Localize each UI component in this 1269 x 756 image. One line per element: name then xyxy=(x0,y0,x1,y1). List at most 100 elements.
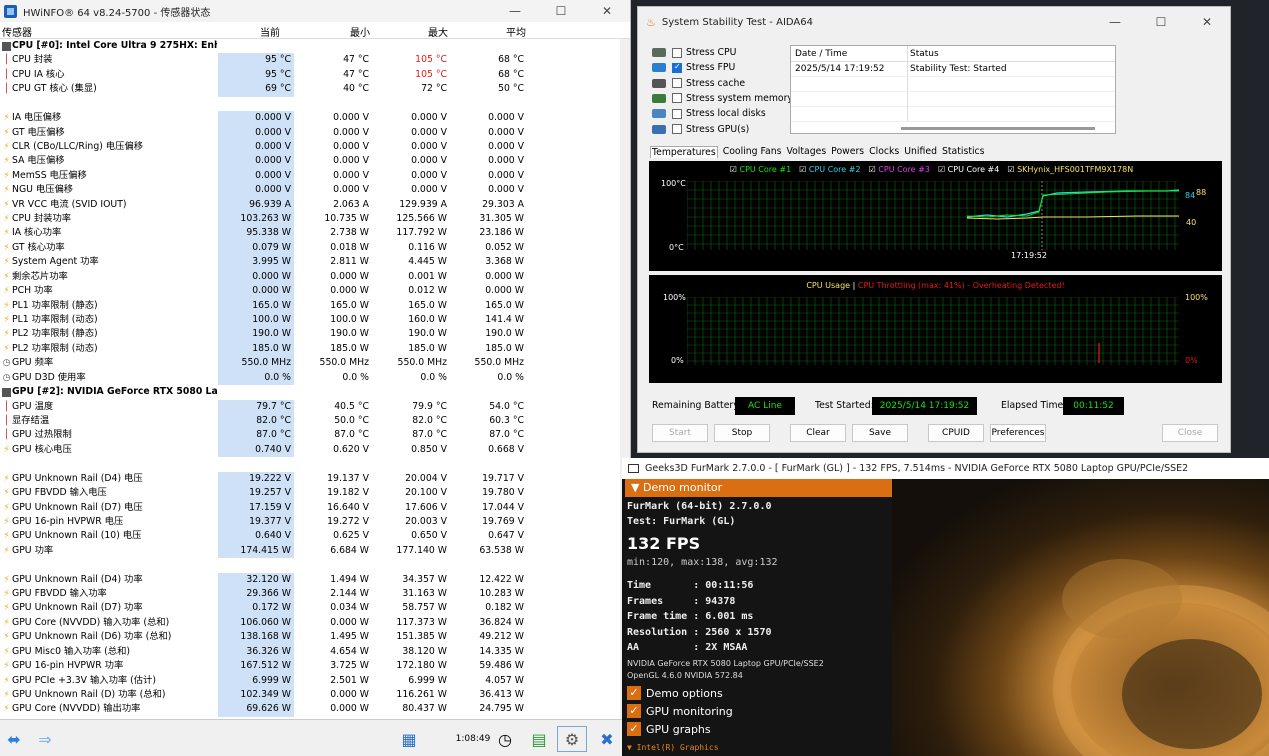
tab-statistics[interactable]: Statistics xyxy=(942,146,985,158)
table-hscrollbar[interactable] xyxy=(901,127,1095,130)
sensor-row[interactable]: ⚡ GPU Core (NVVDD) 输出功率 69.626 W 0.000 W 80.… xyxy=(0,702,620,717)
aida-close-icon[interactable]: ✕ xyxy=(1184,15,1230,29)
sensor-row[interactable]: ⚡ GPU Unknown Rail (D4) 电压 19.222 V 19.137 … xyxy=(0,471,620,487)
tab-unified[interactable]: Unified xyxy=(904,146,937,158)
sensor-row[interactable]: ⚡ PL1 功率限制 (动态) 100.0 W 100.0 W 160.0 W 141.4… xyxy=(0,313,620,328)
sensor-row[interactable]: │ GPU 温度 79.7 °C 40.5 °C 79.9 °C 54.0 °C xyxy=(0,399,620,414)
checkbox[interactable] xyxy=(672,108,682,119)
network-icon[interactable]: ▦ xyxy=(395,726,423,752)
legend-item[interactable]: ☑ CPU Core #3 xyxy=(869,165,930,174)
col-current[interactable]: 当前 xyxy=(260,24,280,39)
sensor-group-row[interactable]: GPU [#2]: NVIDIA GeForce RTX 5080 Laptop xyxy=(0,385,620,399)
sensor-row[interactable]: ⚡ PL2 功率限制 (静态) 190.0 W 190.0 W 190.0 W 190.0… xyxy=(0,327,620,342)
checkbox[interactable] xyxy=(672,47,682,58)
checkbox[interactable] xyxy=(672,62,682,73)
legend-checkbox[interactable]: ☑ xyxy=(730,165,740,174)
tab-clocks[interactable]: Clocks xyxy=(869,146,899,158)
legend-checkbox[interactable]: ☑ xyxy=(869,165,879,174)
checkbox[interactable] xyxy=(672,93,682,104)
checkbox[interactable] xyxy=(672,78,682,89)
legend-checkbox[interactable]: ☑ xyxy=(799,165,809,174)
sensor-row[interactable]: ⚡ GPU PCIe +3.3V 输入功率 (估计) 6.999 W 2.501 W 6… xyxy=(0,673,620,688)
intel-graphics-section[interactable]: ▼ Intel(R) Graphics xyxy=(627,743,719,752)
sensor-row[interactable]: ⚡ GPU Unknown Rail (D7) 功率 0.172 W 0.034 W 5… xyxy=(0,601,620,616)
stress-option-6[interactable]: Stress GPU(s) xyxy=(652,124,749,135)
legend-checkbox[interactable]: ☑ xyxy=(938,165,948,174)
checkbox[interactable] xyxy=(672,124,682,134)
aida-minimize-icon[interactable]: — xyxy=(1092,15,1138,29)
gpu-monitoring-checkbox[interactable]: ✓ GPU monitoring xyxy=(627,704,733,718)
col-sensor[interactable]: 传感器 xyxy=(2,24,32,39)
preferences-button[interactable]: Preferences xyxy=(990,424,1046,442)
sensor-row[interactable]: ⚡ SA 电压偏移 0.000 V 0.000 V 0.000 V 0.000 V xyxy=(0,154,620,169)
sensor-row[interactable]: ⚡ VR VCC 电流 (SVID IOUT) 96.939 A 2.063 A 129… xyxy=(0,197,620,213)
close-x-icon[interactable]: ✖ xyxy=(594,726,620,752)
sensor-row[interactable]: ⚡ PCH 功率 0.000 W 0.000 W 0.012 W 0.000 W xyxy=(0,284,620,299)
sensor-row[interactable]: ⚡ CPU 封装功率 103.263 W 10.735 W 125.566 W 31.30… xyxy=(0,212,620,227)
legend-item[interactable]: ☑ CPU Core #2 xyxy=(799,165,860,174)
sensor-row[interactable]: ⚡ GPU 16-pin HVPWR 功率 167.512 W 3.725 W 172.… xyxy=(0,659,620,674)
sensor-table-header[interactable]: 传感器 当前 最小 最大 平均 xyxy=(0,22,630,39)
arrows-left-right-icon[interactable]: ⬌ xyxy=(2,726,26,752)
sensor-row[interactable]: ⚡ IA 核心功率 95.338 W 2.738 W 117.792 W 23.186 W xyxy=(0,226,620,241)
arrows-collapse-icon[interactable]: ⇒ xyxy=(32,726,58,752)
close-icon[interactable]: ✕ xyxy=(584,4,630,18)
sensor-row[interactable]: ⚡ GPU Misc0 输入功率 (总和) 36.326 W 4.654 W 38.12… xyxy=(0,644,620,660)
sensor-row[interactable]: ⚡ GPU Unknown Rail (D4) 功率 32.120 W 1.494 W… xyxy=(0,572,620,588)
start-button[interactable]: Start xyxy=(652,424,708,442)
sensor-row[interactable]: ⚡ 剩余芯片功率 0.000 W 0.000 W 0.001 W 0.000 W xyxy=(0,269,620,285)
col-datetime[interactable]: Date / Time xyxy=(791,46,908,61)
save-button[interactable]: Save xyxy=(852,424,908,442)
close-button[interactable]: Close xyxy=(1162,424,1218,442)
sensor-row[interactable]: ◷ GPU D3D 使用率 0.0 % 0.0 % 0.0 % 0.0 % xyxy=(0,370,620,386)
legend-checkbox[interactable]: ☑ xyxy=(1007,165,1017,174)
sensor-row[interactable]: ⚡ GPU 功率 174.415 W 6.684 W 177.140 W 63.538 W xyxy=(0,543,620,559)
sensor-row[interactable]: ⚡ System Agent 功率 3.995 W 2.811 W 4.445 W 3.3… xyxy=(0,255,620,270)
sensor-row[interactable]: ⚡ PL2 功率限制 (动态) 185.0 W 185.0 W 185.0 W 185.0… xyxy=(0,341,620,357)
minimize-icon[interactable]: — xyxy=(492,4,538,18)
demo-monitor-header[interactable]: ▼ Demo monitor xyxy=(625,479,892,497)
stress-option-4[interactable]: Stress system memory xyxy=(652,93,793,104)
legend-item[interactable]: ☑ CPU Core #1 xyxy=(730,165,791,174)
sensor-row[interactable]: ⚡ NGU 电压偏移 0.000 V 0.000 V 0.000 V 0.000 V xyxy=(0,183,620,198)
col-min[interactable]: 最小 xyxy=(350,24,370,39)
col-avg[interactable]: 平均 xyxy=(506,24,526,39)
aida-maximize-icon[interactable]: ☐ xyxy=(1138,15,1184,29)
clear-button[interactable]: Clear xyxy=(790,424,846,442)
col-max[interactable]: 最大 xyxy=(428,24,448,39)
sensor-row[interactable]: ⚡ GPU FBVDD 输入功率 29.366 W 2.144 W 31.163 W 10… xyxy=(0,587,620,602)
sensor-row[interactable]: ⚡ GT 电压偏移 0.000 V 0.000 V 0.000 V 0.000 V xyxy=(0,125,620,140)
legend-item[interactable]: ☑ SKHynix_HFS001TFM9X178N xyxy=(1007,165,1133,174)
report-icon[interactable]: ▤ xyxy=(526,726,552,752)
clock-icon[interactable]: ◷ xyxy=(491,726,519,752)
sensor-row[interactable]: ⚡ GPU Unknown Rail (D7) 电压 17.159 V 16.640 … xyxy=(0,500,620,515)
legend-item[interactable]: ☑ CPU Core #4 xyxy=(938,165,999,174)
tab-powers[interactable]: Powers xyxy=(831,146,864,158)
sensor-row[interactable]: │ 显存结温 82.0 °C 50.0 °C 82.0 °C 60.3 °C xyxy=(0,413,620,429)
sensor-row[interactable]: ⚡ GPU FBVDD 输入电压 19.257 V 19.182 V 20.100 V 1… xyxy=(0,486,620,501)
maximize-icon[interactable]: ☐ xyxy=(538,4,584,18)
col-status[interactable]: Status xyxy=(908,46,1115,61)
sensor-row[interactable]: ⚡ GPU 核心电压 0.740 V 0.620 V 0.850 V 0.668 V xyxy=(0,442,620,458)
sensor-row[interactable]: ⚡ PL1 功率限制 (静态) 165.0 W 165.0 W 165.0 W 165.0… xyxy=(0,298,620,314)
stress-option-1[interactable]: Stress CPU xyxy=(652,47,736,58)
sensor-row[interactable]: ⚡ GPU Unknown Rail (10) 电压 0.640 V 0.625 V 0… xyxy=(0,529,620,544)
sensor-row[interactable]: ⚡ CLR (CBo/LLC/Ring) 电压偏移 0.000 V 0.000 V 0.… xyxy=(0,139,620,155)
stop-button[interactable]: Stop xyxy=(714,424,770,442)
stress-option-5[interactable]: Stress local disks xyxy=(652,108,766,119)
sensor-row[interactable]: │ GPU 过热限制 87.0 °C 87.0 °C 87.0 °C 87.0 °C xyxy=(0,428,620,443)
sensor-row[interactable]: ◷ GPU 频率 550.0 MHz 550.0 MHz 550.0 MHz 550.0 … xyxy=(0,356,620,371)
tab-temperatures[interactable]: Temperatures xyxy=(650,146,718,158)
sensor-row[interactable]: │ CPU 封装 95 °C 47 °C 105 °C 68 °C xyxy=(0,53,620,68)
tab-voltages[interactable]: Voltages xyxy=(786,146,826,158)
sensor-row[interactable]: ⚡ GPU Core (NVVDD) 输入功率 (总和) 106.060 W 0.00… xyxy=(0,615,620,631)
sensor-row[interactable]: ⚡ GT 核心功率 0.079 W 0.018 W 0.116 W 0.052 W xyxy=(0,240,620,256)
settings-gear-icon[interactable]: ⚙ xyxy=(557,726,587,752)
sensor-row[interactable]: │ CPU IA 核心 95 °C 47 °C 105 °C 68 °C xyxy=(0,67,620,83)
gpu-graphs-checkbox[interactable]: ✓ GPU graphs xyxy=(627,722,711,736)
sensor-row[interactable]: │ CPU GT 核心 (集显) 69 °C 40 °C 72 °C 50 °C xyxy=(0,82,620,97)
sensor-row[interactable]: ⚡ GPU Unknown Rail (D6) 功率 (总和) 138.168 W 1… xyxy=(0,630,620,645)
sensor-row[interactable]: ⚡ IA 电压偏移 0.000 V 0.000 V 0.000 V 0.000 V xyxy=(0,111,620,126)
cpuid-button[interactable]: CPUID xyxy=(928,424,984,442)
demo-options-checkbox[interactable]: ✓ Demo options xyxy=(627,686,723,700)
